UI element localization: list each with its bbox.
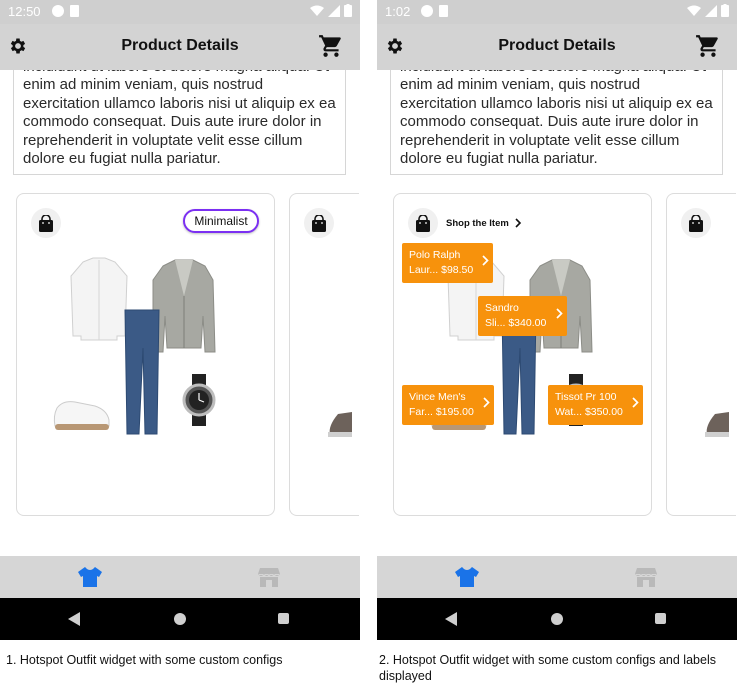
notification-icons	[52, 5, 79, 17]
description-box: incididunt ut labore et dolore magna ali…	[13, 70, 346, 175]
page-title: Product Details	[121, 37, 239, 54]
watch-illustration	[182, 374, 216, 426]
hotspot-product-name: Tissot Pr 100	[555, 391, 617, 403]
tshirt-icon[interactable]	[455, 566, 479, 588]
system-icons	[687, 4, 729, 17]
wifi-icon	[310, 5, 324, 16]
hotspot-label-vince[interactable]: Vince Men's Far... $195.00	[402, 385, 494, 425]
cart-icon[interactable]	[695, 33, 721, 59]
next-outfit-card[interactable]	[666, 193, 736, 516]
shopping-bag-icon	[416, 214, 430, 232]
shopping-bag-icon	[312, 214, 326, 232]
tshirt-icon[interactable]	[78, 566, 102, 588]
hotspot-product-name: Vince Men's	[409, 391, 466, 403]
outfit-image	[53, 257, 216, 435]
back-icon[interactable]	[68, 612, 80, 626]
shoe-partial-illustration	[705, 412, 729, 437]
home-icon[interactable]	[551, 613, 563, 625]
signal-icon	[328, 4, 340, 17]
status-bar: 12:50	[0, 0, 360, 24]
page-title: Product Details	[498, 37, 616, 54]
screen-hotspot-outfit-labels: 1:02 Product Details incididunt ut labor…	[377, 0, 737, 640]
chevron-right-icon	[483, 397, 490, 408]
system-navigation-bar	[0, 598, 360, 640]
description-box: incididunt ut labore et dolore magna ali…	[390, 70, 723, 175]
hotspot-label-polo[interactable]: Polo Ralph Laur... $98.50	[402, 243, 493, 283]
notification-icon	[52, 5, 64, 17]
sd-card-icon	[439, 5, 448, 17]
notification-icon	[421, 5, 433, 17]
product-description: incididunt ut labore et dolore magna ali…	[400, 70, 713, 168]
store-icon[interactable]	[634, 565, 658, 589]
blazer-illustration	[152, 259, 216, 353]
signal-icon	[705, 4, 717, 17]
back-icon[interactable]	[445, 612, 457, 626]
battery-icon	[344, 4, 352, 17]
shop-the-item-link[interactable]: Shop the Item	[408, 208, 522, 238]
hotspot-product-name: Polo Ralph	[409, 249, 461, 261]
chevron-right-icon	[632, 397, 639, 408]
white-shirt-illustration	[70, 257, 128, 341]
shop-bag-button[interactable]	[31, 208, 61, 238]
shop-bag-button[interactable]	[408, 208, 438, 238]
recents-icon[interactable]	[655, 613, 666, 624]
status-time: 1:02	[385, 4, 411, 19]
screenshot-caption: 1. Hotspot Outfit widget with some custo…	[6, 653, 283, 667]
shop-bag-button[interactable]	[681, 208, 711, 238]
hotspot-product-detail: Laur... $98.50	[409, 264, 474, 276]
wifi-icon	[687, 5, 701, 16]
app-bar: Product Details	[0, 24, 360, 70]
bottom-navigation	[0, 556, 360, 598]
status-time: 12:50	[8, 4, 41, 19]
cart-icon[interactable]	[318, 33, 344, 59]
hotspot-label-sandro[interactable]: Sandro Sli... $340.00	[478, 296, 567, 336]
shop-bag-button[interactable]	[304, 208, 334, 238]
status-bar: 1:02	[377, 0, 737, 24]
sneaker-illustration	[53, 401, 110, 430]
recents-icon[interactable]	[278, 613, 289, 624]
style-chip[interactable]: Minimalist	[183, 209, 259, 233]
app-bar: Product Details	[377, 24, 737, 70]
home-icon[interactable]	[174, 613, 186, 625]
shopping-bag-icon	[689, 214, 703, 232]
screenshot-caption: 2. Hotspot Outfit widget with some custo…	[379, 653, 716, 683]
chevron-right-icon	[556, 308, 563, 319]
hotspot-label-tissot[interactable]: Tissot Pr 100 Wat... $350.00	[548, 385, 643, 425]
hotspot-product-detail: Wat... $350.00	[555, 406, 623, 418]
outfit-card[interactable]: Minimalist	[16, 193, 275, 516]
shoe-partial-illustration	[328, 412, 352, 437]
chevron-right-icon	[482, 255, 489, 266]
outfit-card[interactable]: Shop the Item Polo Ralph Laur... $98.50 …	[393, 193, 652, 516]
sd-card-icon	[70, 5, 79, 17]
bottom-navigation	[377, 556, 737, 598]
system-icons	[310, 4, 352, 17]
hotspot-product-detail: Sli... $340.00	[485, 317, 547, 329]
store-icon[interactable]	[257, 565, 281, 589]
hotspot-product-name: Sandro	[485, 302, 519, 314]
product-description: incididunt ut labore et dolore magna ali…	[23, 70, 336, 168]
system-navigation-bar	[377, 598, 737, 640]
next-outfit-card[interactable]	[289, 193, 359, 516]
shop-the-item-label: Shop the Item	[446, 217, 509, 229]
hotspot-product-detail: Far... $195.00	[409, 406, 474, 418]
battery-icon	[721, 4, 729, 17]
notification-icons	[421, 5, 448, 17]
shopping-bag-icon	[39, 214, 53, 232]
chevron-right-icon	[515, 218, 521, 228]
screen-hotspot-outfit: 12:50 Product Details incididunt ut labo…	[0, 0, 360, 640]
trousers-illustration	[124, 309, 160, 435]
